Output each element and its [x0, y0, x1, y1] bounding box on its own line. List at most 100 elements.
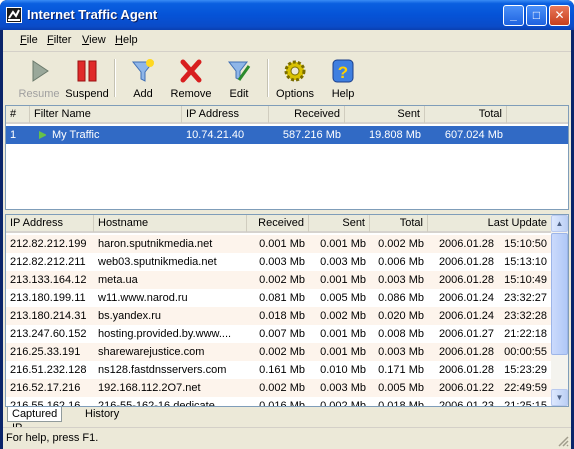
col-hostname[interactable]: Hostname	[94, 215, 247, 232]
cell-time: 15:13:10	[504, 256, 547, 268]
cell-host: bs.yandex.ru	[98, 310, 161, 322]
vertical-scrollbar[interactable]: ▲ ▼	[551, 215, 568, 406]
cell-received: 0.002 Mb	[259, 274, 305, 286]
resume-button[interactable]: Resume	[15, 55, 63, 101]
cell-total: 0.018 Mb	[378, 400, 424, 407]
cell-ip: 213.180.199.11	[10, 292, 86, 304]
cell-received: 0.161 Mb	[259, 364, 305, 376]
remove-button[interactable]: Remove	[167, 55, 215, 101]
table-row[interactable]: 216.55.162.16 216-55-162-16.dedicate... 0.…	[6, 397, 551, 407]
options-button[interactable]: Options	[271, 55, 319, 101]
cell-date: 2006.01.28	[438, 364, 494, 376]
table-row[interactable]: 216.52.17.216 192.168.112.2O7.net 0.002 Mb…	[6, 379, 551, 397]
cell-ip: 216.55.162.16	[10, 400, 81, 407]
resize-grip-icon[interactable]	[557, 435, 569, 447]
title-bar[interactable]: Internet Traffic Agent _ □ ✕	[0, 0, 574, 30]
cell-total: 0.003 Mb	[378, 346, 424, 358]
tab-captured-ip[interactable]: Captured IP	[7, 407, 63, 434]
menu-file[interactable]: File	[20, 34, 38, 46]
table-row[interactable]: 216.25.33.191 sharewarejustice.com 0.002 M…	[6, 343, 551, 361]
window-title: Internet Traffic Agent	[27, 7, 158, 22]
cell-received: 0.003 Mb	[259, 256, 305, 268]
col-ip-address[interactable]: IP Address	[6, 215, 94, 232]
minimize-button[interactable]: _	[503, 5, 524, 26]
svg-text:?: ?	[338, 63, 348, 82]
cell-sent: 0.003 Mb	[320, 382, 366, 394]
menu-view[interactable]: View	[82, 34, 106, 46]
col-ip-address[interactable]: IP Address	[182, 106, 269, 123]
help-button[interactable]: ? Help	[319, 55, 367, 101]
cell-host: hosting.provided.by.www....	[98, 328, 232, 340]
cell-time: 23:32:28	[504, 310, 547, 322]
app-icon[interactable]	[6, 7, 22, 23]
table-row[interactable]: 213.247.60.152 hosting.provided.by.www...…	[6, 325, 551, 343]
cell-sent: 0.010 Mb	[320, 364, 366, 376]
maximize-icon: □	[532, 8, 541, 22]
filters-list[interactable]: # Filter Name IP Address Received Sent T…	[5, 105, 569, 210]
scroll-up-button[interactable]: ▲	[551, 215, 568, 232]
suspend-button[interactable]: Suspend	[63, 55, 111, 101]
maximize-button[interactable]: □	[526, 5, 547, 26]
col-total[interactable]: Total	[370, 215, 428, 232]
table-row[interactable]: 213.133.164.12 meta.ua 0.002 Mb 0.001 Mb 0.0…	[6, 271, 551, 289]
filters-header: # Filter Name IP Address Received Sent T…	[6, 106, 568, 124]
table-row[interactable]: 213.180.214.31 bs.yandex.ru 0.018 Mb 0.002 …	[6, 307, 551, 325]
close-button[interactable]: ✕	[549, 5, 570, 26]
cell-sent: 0.001 Mb	[320, 346, 366, 358]
cell-total: 0.008 Mb	[378, 328, 424, 340]
status-bar: For help, press F1.	[3, 427, 571, 449]
add-filter-icon	[131, 59, 155, 82]
cell-ip: 213.180.214.31	[10, 310, 87, 322]
scroll-down-button[interactable]: ▼	[551, 389, 568, 406]
toolbar: Resume Suspend Add Remove Edit Options ?…	[3, 53, 571, 103]
col-sent[interactable]: Sent	[345, 106, 425, 123]
cell-host: 216-55-162-16.dedicate...	[98, 400, 224, 407]
col-received[interactable]: Received	[247, 215, 309, 232]
add-button[interactable]: Add	[119, 55, 167, 101]
cell-received: 0.081 Mb	[259, 292, 305, 304]
menu-bar: File Filter View Help	[3, 30, 571, 52]
cell-date: 2006.01.22	[438, 382, 494, 394]
client-area: File Filter View Help Resume Suspend Add…	[3, 30, 571, 449]
col-last-update[interactable]: Last Update	[428, 215, 551, 232]
col-total[interactable]: Total	[425, 106, 507, 123]
help-icon: ?	[332, 59, 354, 83]
cell-sent: 0.002 Mb	[320, 310, 366, 322]
menu-help[interactable]: Help	[115, 34, 138, 46]
scroll-thumb[interactable]	[551, 233, 568, 355]
captured-ip-list[interactable]: IP Address Hostname Received Sent Total …	[5, 214, 569, 407]
table-row[interactable]: 213.180.199.11 w11.www.narod.ru 0.081 Mb 0.…	[6, 289, 551, 307]
cell-date: 2006.01.28	[438, 346, 494, 358]
edit-button[interactable]: Edit	[215, 55, 263, 101]
remove-icon	[180, 59, 202, 83]
cell-sent: 0.003 Mb	[320, 256, 366, 268]
menu-filter[interactable]: Filter	[47, 34, 71, 46]
cell-total: 0.002 Mb	[378, 238, 424, 250]
cell-sent: 0.001 Mb	[320, 274, 366, 286]
cell-host: meta.ua	[98, 274, 138, 286]
cell-total: 0.020 Mb	[378, 310, 424, 322]
filter-row[interactable]: 1 My Traffic 10.74.21.40 587.216 Mb 19.8…	[6, 126, 568, 144]
col-sent[interactable]: Sent	[309, 215, 370, 232]
cell-sent: 0.002 Mb	[320, 400, 366, 407]
minimize-icon: _	[510, 8, 517, 22]
cell-ip: 216.51.232.128	[10, 364, 87, 376]
cell-time: 21:22:18	[504, 328, 547, 340]
cell-date: 2006.01.27	[438, 328, 494, 340]
cell-ip: 213.247.60.152	[10, 328, 87, 340]
col-number[interactable]: #	[6, 106, 30, 123]
captured-header: IP Address Hostname Received Sent Total …	[6, 215, 551, 233]
cell-sent: 0.001 Mb	[320, 238, 366, 250]
cell-host: 192.168.112.2O7.net	[98, 382, 201, 394]
tab-history[interactable]: History	[81, 407, 123, 422]
col-received[interactable]: Received	[269, 106, 345, 123]
table-row[interactable]: 212.82.212.211 web03.sputnikmedia.net 0.00…	[6, 253, 551, 271]
col-filter-name[interactable]: Filter Name	[30, 106, 182, 123]
edit-filter-icon	[227, 61, 251, 81]
cell-date: 2006.01.23	[438, 400, 494, 407]
status-text: For help, press F1.	[6, 432, 99, 444]
close-icon: ✕	[554, 8, 565, 22]
cell-host: haron.sputnikmedia.net	[98, 238, 213, 250]
table-row[interactable]: 216.51.232.128 ns128.fastdnsservers.com 0.…	[6, 361, 551, 379]
table-row[interactable]: 212.82.212.199 haron.sputnikmedia.net 0.00…	[6, 235, 551, 253]
